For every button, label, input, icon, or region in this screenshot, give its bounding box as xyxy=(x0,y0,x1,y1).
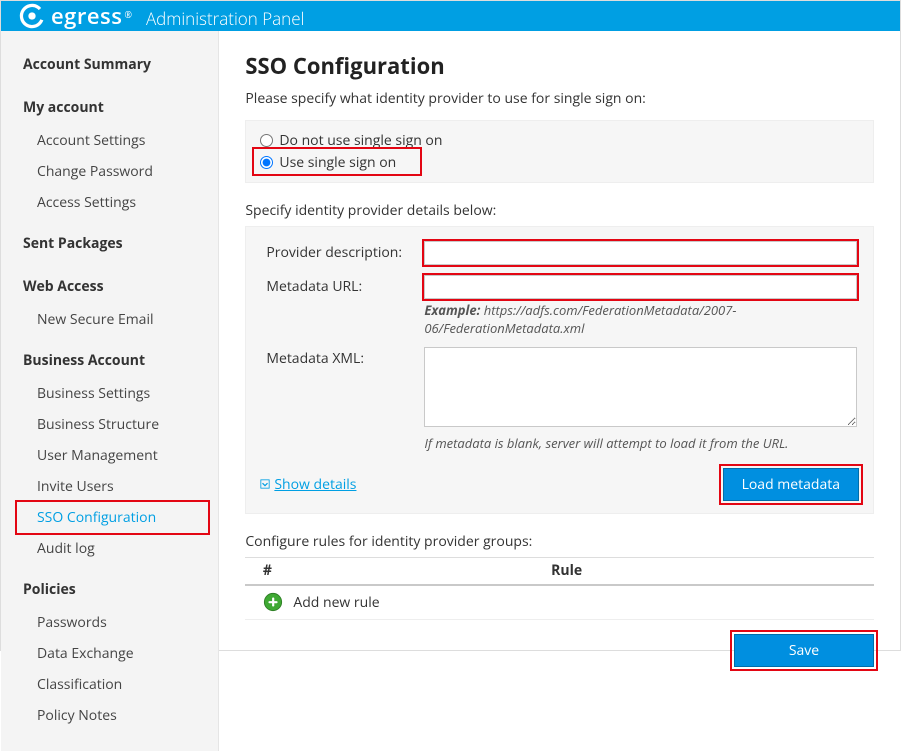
add-new-rule[interactable]: Add new rule xyxy=(245,592,874,612)
sidebar-item-policy-notes[interactable]: Policy Notes xyxy=(1,700,218,731)
chevron-down-icon xyxy=(260,479,270,489)
radio-sso-off[interactable] xyxy=(260,134,273,147)
app-header: egress® Administration Panel xyxy=(1,1,900,31)
load-metadata-button[interactable]: Load metadata xyxy=(723,468,859,501)
sidebar-item-audit-log[interactable]: Audit log xyxy=(1,533,218,564)
main-content: SSO Configuration Please specify what id… xyxy=(219,31,900,751)
provider-description-label: Provider description: xyxy=(262,237,422,269)
col-index: # xyxy=(245,557,289,585)
sidebar-item-account-settings[interactable]: Account Settings xyxy=(1,125,218,156)
sidebar-section-web-access: Web Access xyxy=(1,271,218,304)
sidebar-item-business-structure[interactable]: Business Structure xyxy=(1,409,218,440)
add-new-rule-label: Add new rule xyxy=(293,593,379,612)
metadata-url-hint: Example: https://adfs.com/FederationMeta… xyxy=(424,301,857,337)
sidebar-item-sso-configuration[interactable]: SSO Configuration xyxy=(1,502,218,533)
brand-logo: egress® xyxy=(19,1,132,31)
sidebar-section-policies: Policies xyxy=(1,574,218,607)
table-row: Add new rule xyxy=(245,585,874,619)
save-button[interactable]: Save xyxy=(734,634,874,667)
sidebar-section-account-summary[interactable]: Account Summary xyxy=(1,49,218,82)
brand-name: egress® xyxy=(51,1,132,31)
rules-header: Configure rules for identity provider gr… xyxy=(245,532,874,551)
metadata-xml-label: Metadata XML: xyxy=(262,343,422,456)
add-icon xyxy=(263,592,283,612)
sidebar: Account Summary My account Account Setti… xyxy=(1,31,219,751)
rules-table: # Rule xyxy=(245,557,874,620)
sidebar-item-classification[interactable]: Classification xyxy=(1,669,218,700)
show-details-toggle[interactable]: Show details xyxy=(260,475,356,494)
col-rule: Rule xyxy=(289,557,844,585)
metadata-url-input[interactable] xyxy=(424,275,857,299)
identity-provider-panel: Provider description: Metadata URL: xyxy=(245,226,874,514)
metadata-url-label: Metadata URL: xyxy=(262,271,422,341)
sidebar-section-my-account: My account xyxy=(1,92,218,125)
sso-instruction: Please specify what identity provider to… xyxy=(245,89,874,108)
provider-description-input[interactable] xyxy=(424,241,857,265)
panel-subtitle: Administration Panel xyxy=(146,7,304,30)
radio-sso-on-label[interactable]: Use single sign on xyxy=(279,153,396,172)
sidebar-item-access-settings[interactable]: Access Settings xyxy=(1,187,218,218)
details-header: Specify identity provider details below: xyxy=(245,201,874,220)
sidebar-item-passwords[interactable]: Passwords xyxy=(1,607,218,638)
metadata-xml-hint: If metadata is blank, server will attemp… xyxy=(424,434,857,452)
sidebar-item-invite-users[interactable]: Invite Users xyxy=(1,471,218,502)
radio-sso-on[interactable] xyxy=(260,156,273,169)
page-title: SSO Configuration xyxy=(245,51,874,81)
sidebar-item-user-management[interactable]: User Management xyxy=(1,440,218,471)
sidebar-item-change-password[interactable]: Change Password xyxy=(1,156,218,187)
radio-sso-off-label[interactable]: Do not use single sign on xyxy=(279,131,442,150)
sidebar-item-new-secure-email[interactable]: New Secure Email xyxy=(1,304,218,335)
show-details-label: Show details xyxy=(274,475,356,494)
metadata-xml-textarea[interactable] xyxy=(424,347,857,427)
sidebar-section-business-account: Business Account xyxy=(1,345,218,378)
sso-mode-panel: Do not use single sign on Use single sig… xyxy=(245,120,874,183)
sidebar-item-business-settings[interactable]: Business Settings xyxy=(1,378,218,409)
sidebar-section-sent-packages[interactable]: Sent Packages xyxy=(1,228,218,261)
sidebar-item-data-exchange[interactable]: Data Exchange xyxy=(1,638,218,669)
egress-logo-icon xyxy=(19,3,45,29)
